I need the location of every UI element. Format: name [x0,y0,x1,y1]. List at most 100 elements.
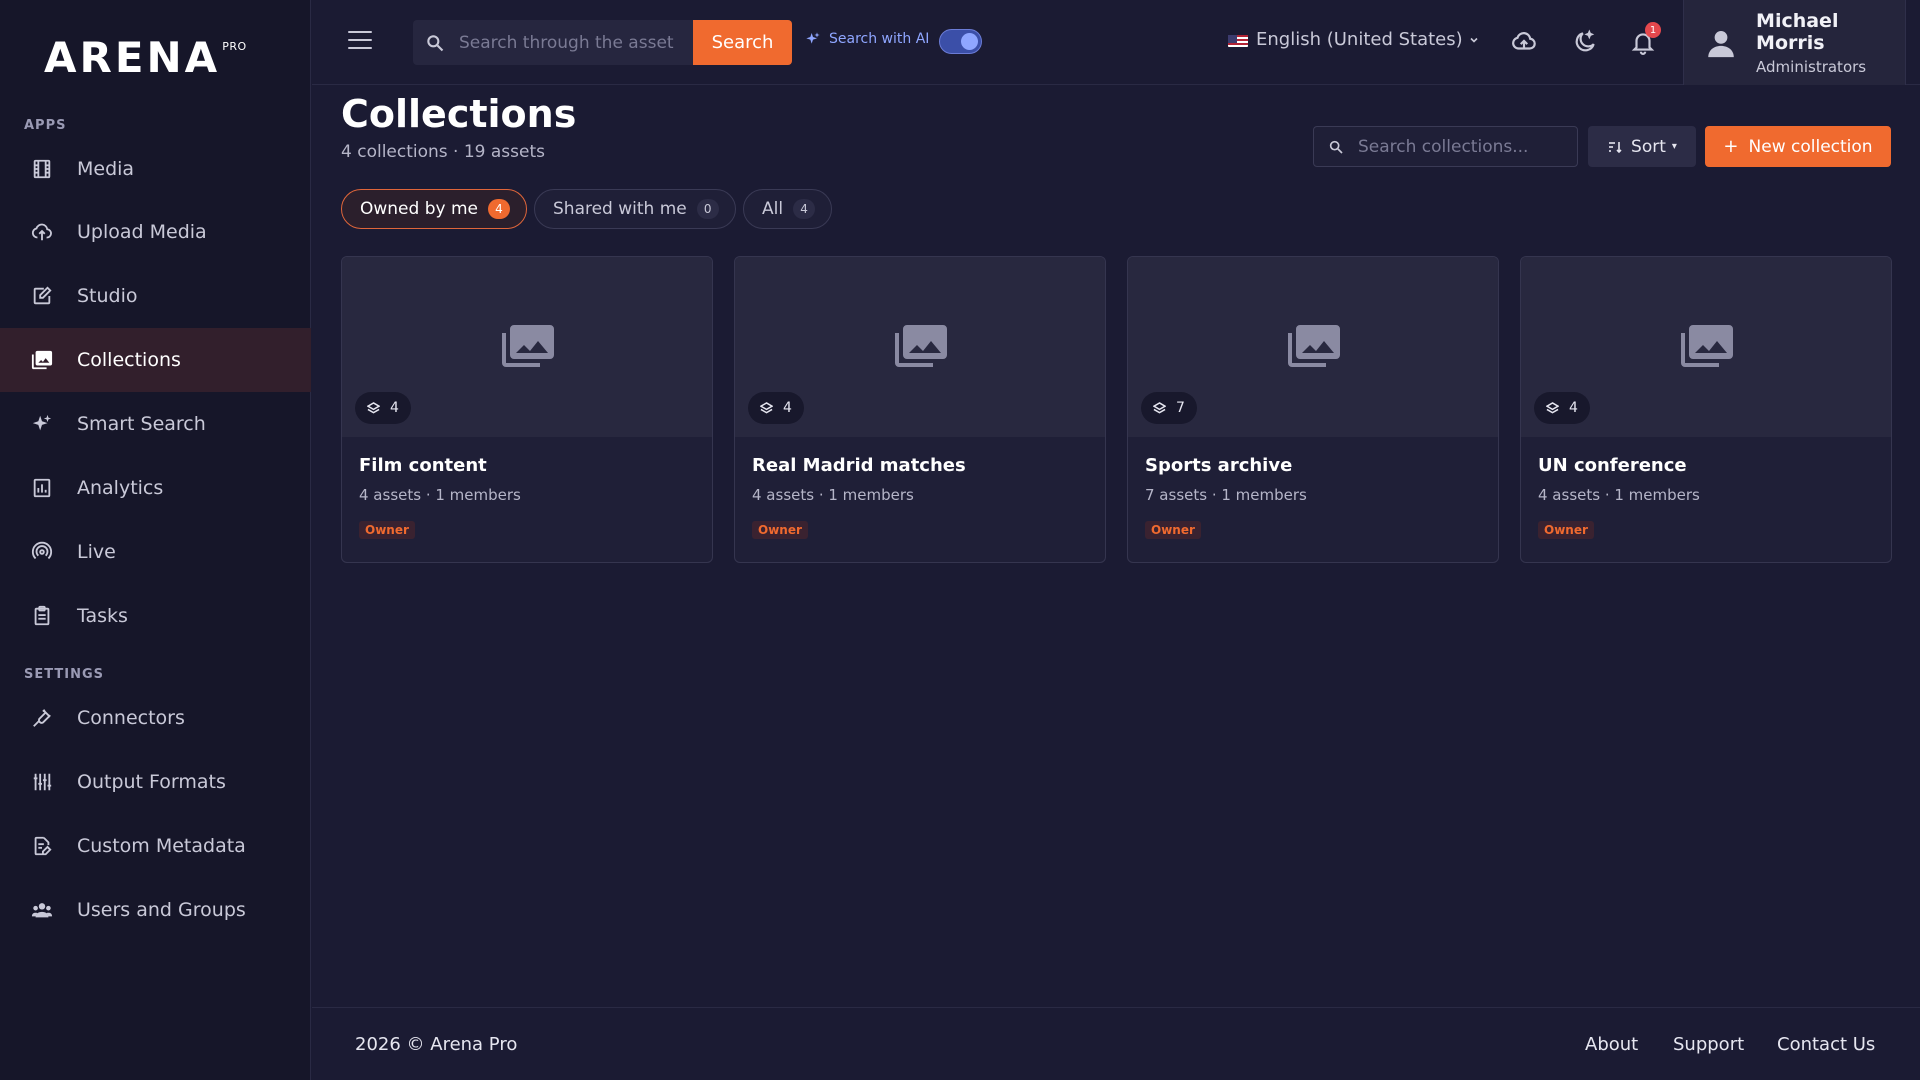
new-collection-button[interactable]: + New collection [1705,126,1891,167]
ai-search-label-group[interactable]: Search with AI [805,31,929,47]
user-role: Administrators [1756,57,1867,76]
film-icon [29,156,55,182]
collection-thumbnail: 4 [342,257,712,437]
photo-library-icon [29,347,55,373]
collection-card[interactable]: 4 Real Madrid matches 4 assets · 1 membe… [734,256,1106,563]
ai-search-toggle[interactable] [939,29,982,54]
sidebar-item-label: Analytics [77,477,164,499]
brand-name: ARENA [44,33,221,82]
plus-icon: + [1723,136,1739,157]
collection-title: Sports archive [1145,455,1293,476]
sidebar-item-studio[interactable]: Studio [0,264,311,328]
footer-link-support[interactable]: Support [1673,1034,1744,1055]
asset-count-badge: 4 [1534,392,1590,424]
sliders-icon [29,769,55,795]
filter-label: Owned by me [360,199,478,219]
sort-label: Sort [1631,136,1666,157]
collection-card[interactable]: 4 UN conference 4 assets · 1 members Own… [1520,256,1892,563]
asset-count: 4 [1569,400,1578,416]
collection-meta: 7 assets · 1 members [1145,486,1307,504]
role-badge: Owner [1538,521,1594,539]
collection-card[interactable]: 4 Film content 4 assets · 1 members Owne… [341,256,713,563]
asset-count-badge: 7 [1141,392,1197,424]
collection-title: Film content [359,455,487,476]
avatar [1708,30,1734,57]
sidebar-item-label: Live [77,541,116,563]
filter-count: 0 [696,199,719,219]
cloud-sync-icon[interactable] [1510,28,1538,56]
filter-label: All [762,199,784,219]
filter-all[interactable]: All 4 [743,189,833,229]
sort-icon [1609,141,1622,153]
sidebar-item-collections[interactable]: Collections [0,328,311,392]
sidebar-item-smart-search[interactable]: Smart Search [0,392,311,456]
layers-icon [760,401,773,414]
footer-link-contact[interactable]: Contact Us [1777,1034,1875,1055]
sidebar-item-media[interactable]: Media [0,137,311,201]
global-search-input[interactable] [459,32,674,53]
copyright: 2026 © Arena Pro [355,1034,518,1055]
filter-label: Shared with me [553,199,687,219]
sidebar-item-tasks[interactable]: Tasks [0,584,311,648]
chevron-down-icon [1470,37,1478,43]
plug-icon [29,705,55,731]
role-badge: Owner [1145,521,1201,539]
bar-chart-icon [29,475,55,501]
clipboard-icon [29,603,55,629]
edit-icon [29,283,55,309]
main-content: Collections 4 collections · 19 assets So… [312,86,1920,1006]
collection-meta: 4 assets · 1 members [752,486,914,504]
sidebar-item-upload-media[interactable]: Upload Media [0,200,311,264]
asset-count: 4 [390,400,399,416]
broadcast-icon [29,539,55,565]
filter-owned-by-me[interactable]: Owned by me 4 [341,189,527,229]
photo-library-icon [502,325,554,367]
us-flag-icon [1228,33,1248,47]
topbar: Search Search with AI English (United St… [312,0,1920,85]
filter-count: 4 [793,199,816,219]
sidebar-item-output-formats[interactable]: Output Formats [0,750,311,814]
brand-logo[interactable]: ARENA PRO [44,34,247,82]
new-collection-label: New collection [1748,136,1873,157]
caret-down-icon: ▾ [1671,141,1677,152]
collection-meta: 4 assets · 1 members [359,486,521,504]
user-menu[interactable]: Michael Morris Administrators [1683,0,1906,85]
photo-library-icon [1681,325,1733,367]
sort-button[interactable]: Sort ▾ [1588,126,1696,167]
menu-icon[interactable] [348,31,372,51]
collection-card[interactable]: 7 Sports archive 7 assets · 1 members Ow… [1127,256,1499,563]
language-selector[interactable]: English (United States) [1228,29,1479,50]
collection-meta: 4 assets · 1 members [1538,486,1700,504]
sidebar-item-users-and-groups[interactable]: Users and Groups [0,878,311,942]
asset-count-badge: 4 [748,392,804,424]
notifications-icon[interactable]: 1 [1629,22,1661,56]
apps-section-label: APPS [24,118,67,133]
sparkle-icon [806,32,820,44]
footer-link-about[interactable]: About [1585,1034,1638,1055]
photo-library-icon [1288,325,1340,367]
dark-mode-icon[interactable] [1571,28,1599,56]
filter-shared-with-me[interactable]: Shared with me 0 [534,189,736,229]
users-icon [29,897,55,923]
sidebar-item-connectors[interactable]: Connectors [0,686,311,750]
footer: 2026 © Arena Pro About Support Contact U… [312,1007,1920,1080]
brand-tier: PRO [222,40,247,53]
sidebar-item-analytics[interactable]: Analytics [0,456,311,520]
collections-search [1313,126,1578,167]
user-name: Michael Morris [1756,9,1839,54]
asset-count: 4 [783,400,792,416]
sidebar-item-label: Output Formats [77,771,226,793]
sidebar-item-label: Media [77,158,135,180]
sidebar-item-live[interactable]: Live [0,520,311,584]
settings-section-label: SETTINGS [24,667,105,682]
collections-search-input[interactable] [1358,136,1568,157]
app-root: ARENA PRO APPS Media Upload Media Studio [0,0,1920,1080]
role-badge: Owner [359,521,415,539]
search-button[interactable]: Search [693,20,792,65]
sidebar-item-custom-metadata[interactable]: Custom Metadata [0,814,311,878]
cloud-upload-icon [29,219,55,245]
global-search [413,20,693,65]
sidebar-item-label: Upload Media [77,221,207,243]
collection-thumbnail: 4 [1521,257,1891,437]
search-icon [427,34,444,51]
